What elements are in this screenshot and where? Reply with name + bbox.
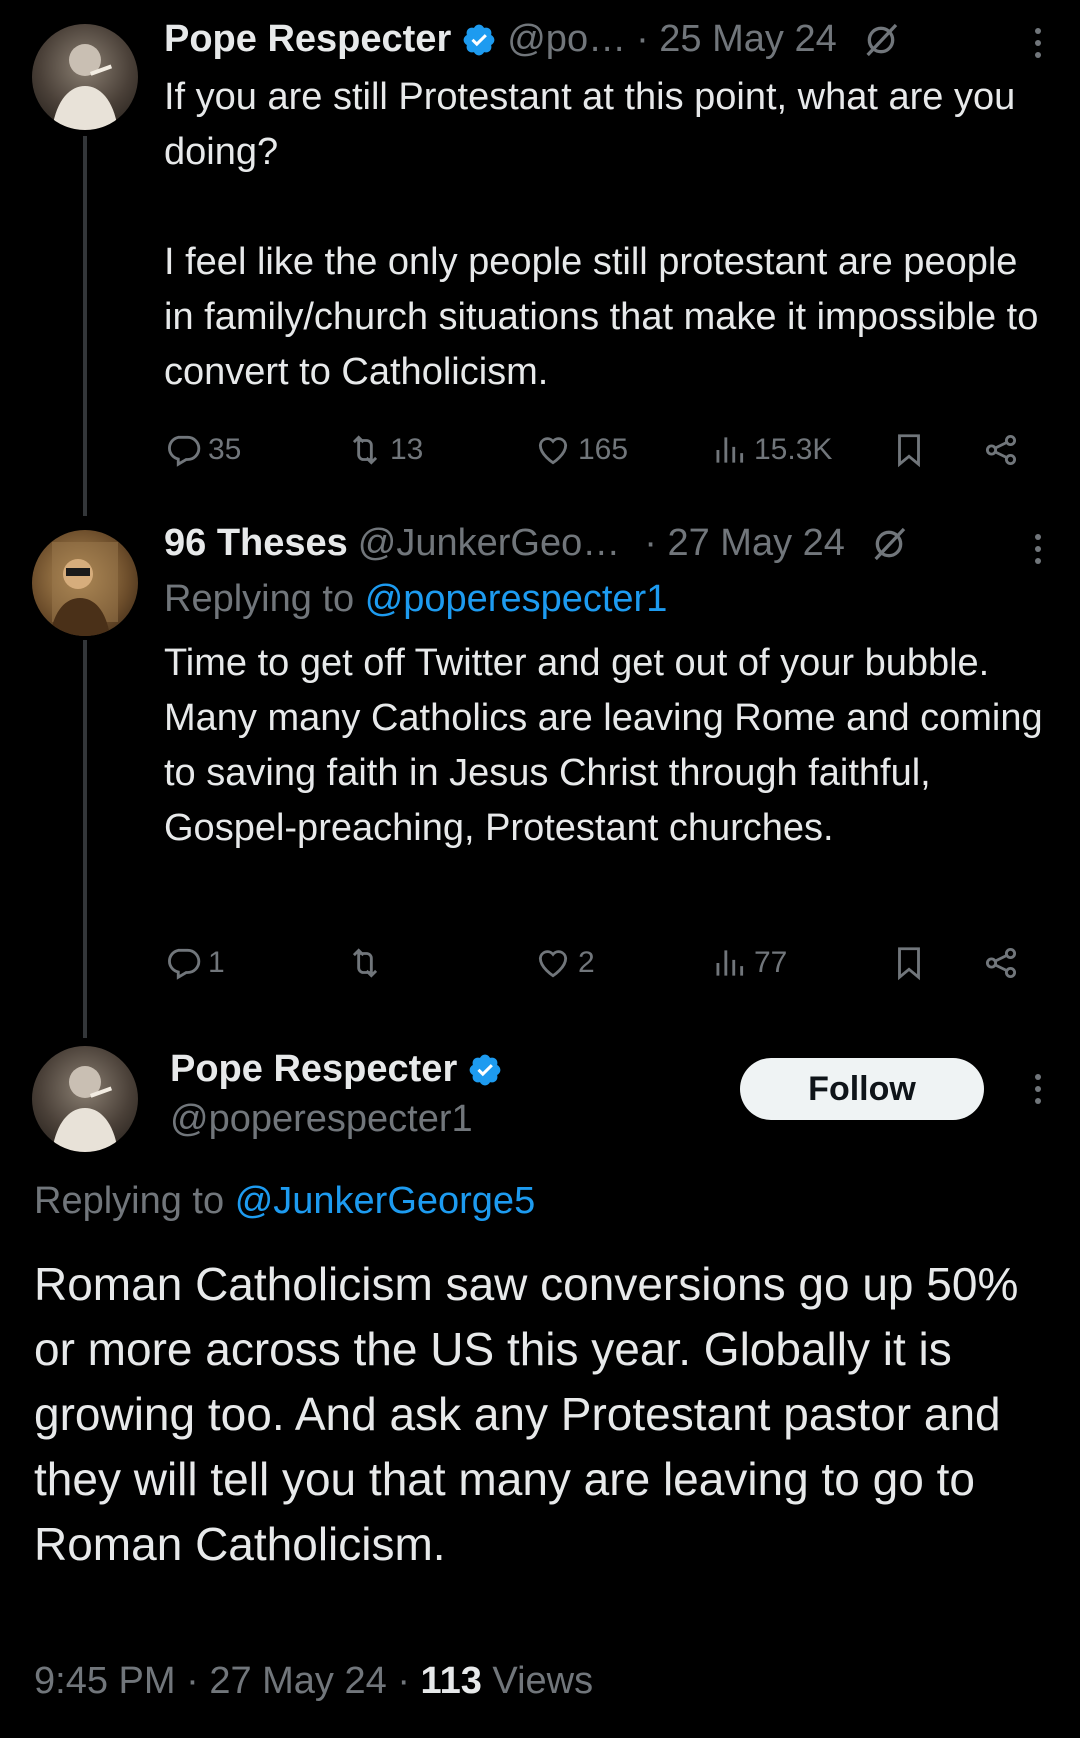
replying-to: Replying to @poperespecter1: [164, 578, 667, 621]
replying-to-prefix: Replying to: [164, 578, 355, 620]
reply-icon: [164, 431, 202, 469]
tweet-1[interactable]: Pope Respecter @po… · 25 May 24 If you a…: [0, 0, 1080, 510]
tweet-time[interactable]: 9:45 PM: [34, 1660, 176, 1702]
share-button[interactable]: [982, 938, 1020, 988]
like-icon: [534, 944, 572, 982]
display-name[interactable]: Pope Respecter: [170, 1048, 457, 1091]
verified-icon: [461, 22, 497, 58]
reply-button[interactable]: 1: [164, 938, 225, 988]
more-icon[interactable]: [1032, 1068, 1044, 1108]
reply-count: 1: [208, 946, 225, 979]
handle[interactable]: @po…: [507, 18, 626, 61]
handle[interactable]: @poperespecter1: [170, 1098, 473, 1141]
tweet-date[interactable]: · 27 May 24: [644, 522, 845, 565]
tweet-text: If you are still Protestant at this poin…: [164, 76, 1039, 393]
like-count: 165: [578, 433, 629, 466]
follow-button[interactable]: Follow: [740, 1058, 984, 1120]
avatar[interactable]: [32, 530, 138, 636]
reply-count: 35: [208, 433, 242, 466]
more-icon[interactable]: [1032, 528, 1044, 568]
view-count: 77: [754, 946, 788, 979]
bookmark-button[interactable]: [890, 938, 928, 988]
grok-icon[interactable]: [869, 524, 909, 564]
like-icon: [534, 431, 572, 469]
bookmark-icon: [890, 431, 928, 469]
share-icon: [982, 944, 1020, 982]
repost-icon: [346, 431, 384, 469]
views-button[interactable]: 77: [710, 938, 787, 988]
display-name[interactable]: Pope Respecter: [164, 18, 451, 61]
share-button[interactable]: [982, 425, 1020, 475]
tweet-2[interactable]: 96 Theses @JunkerGeo… · 27 May 24 Replyi…: [0, 510, 1080, 1020]
reply-button[interactable]: 35: [164, 425, 241, 475]
display-name[interactable]: 96 Theses: [164, 522, 348, 565]
bookmark-icon: [890, 944, 928, 982]
grok-icon[interactable]: [861, 20, 901, 60]
view-count: 15.3K: [754, 433, 833, 466]
tweet-header: 96 Theses @JunkerGeo… · 27 May 24: [164, 522, 909, 565]
views-icon: [710, 944, 748, 982]
tweet-date[interactable]: 27 May 24: [209, 1660, 386, 1702]
repost-button[interactable]: [346, 938, 390, 988]
verified-icon: [467, 1052, 503, 1088]
tweet-actions: 1 2 77: [164, 938, 1044, 988]
more-icon[interactable]: [1032, 22, 1044, 62]
views-count: 113: [420, 1660, 482, 1702]
main-tweet-text: Roman Catholicism saw conversions go up …: [34, 1258, 1019, 1570]
replying-to: Replying to @JunkerGeorge5: [34, 1180, 535, 1223]
views-icon: [710, 431, 748, 469]
share-icon: [982, 431, 1020, 469]
author-name-row: Pope Respecter: [170, 1048, 503, 1091]
replying-to-prefix: Replying to: [34, 1180, 225, 1222]
tweet-date[interactable]: · 25 May 24: [636, 18, 837, 61]
like-button[interactable]: 2: [534, 938, 595, 988]
views-label: Views: [492, 1660, 594, 1702]
tweet-actions: 35 13 165 15.3K: [164, 425, 1044, 475]
bookmark-button[interactable]: [890, 425, 928, 475]
like-button[interactable]: 165: [534, 425, 628, 475]
repost-button[interactable]: 13: [346, 425, 423, 475]
reply-icon: [164, 944, 202, 982]
handle[interactable]: @JunkerGeo…: [358, 522, 620, 565]
replying-to-handle[interactable]: @JunkerGeorge5: [235, 1180, 536, 1222]
replying-to-handle[interactable]: @poperespecter1: [365, 578, 668, 620]
avatar[interactable]: [32, 1046, 138, 1152]
tweet-meta: 9:45 PM · 27 May 24 · 113 Views: [34, 1660, 594, 1702]
views-button[interactable]: 15.3K: [710, 425, 832, 475]
tweet-text: Time to get off Twitter and get out of y…: [164, 642, 1054, 849]
repost-icon: [346, 944, 384, 982]
avatar[interactable]: [32, 24, 138, 130]
like-count: 2: [578, 946, 595, 979]
repost-count: 13: [390, 433, 424, 466]
tweet-header: Pope Respecter @po… · 25 May 24: [164, 18, 901, 61]
